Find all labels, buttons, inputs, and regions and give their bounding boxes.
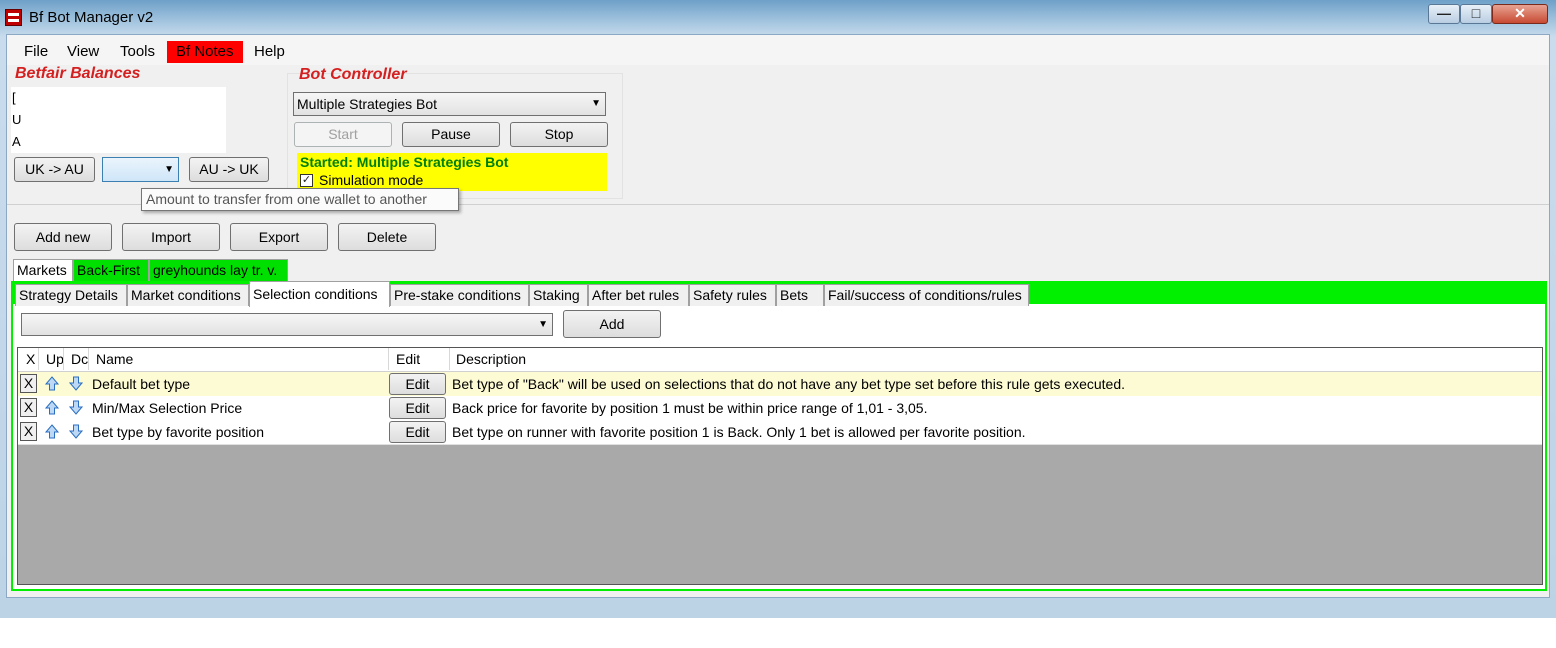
menu-bar: File View Tools Bf Notes Help	[7, 35, 1549, 65]
transfer-amount-tooltip: Amount to transfer from one wallet to an…	[141, 188, 459, 211]
arrow-up-icon[interactable]	[45, 400, 59, 415]
close-button[interactable]: ✕	[1492, 4, 1548, 24]
tab-back-first[interactable]: Back-First	[73, 259, 149, 281]
row-name: Bet type by favorite position	[92, 424, 264, 440]
simulation-label: Simulation mode	[319, 172, 424, 188]
balances-list: [ U A	[11, 87, 226, 153]
edit-button[interactable]: Edit	[389, 421, 446, 443]
window-title: Bf Bot Manager v2	[29, 9, 154, 26]
import-button[interactable]: Import	[122, 223, 220, 251]
header-description: Description	[456, 351, 527, 367]
header-edit: Edit	[396, 351, 421, 367]
app-icon	[5, 9, 22, 26]
arrow-up-icon[interactable]	[45, 376, 59, 391]
tab-market-conditions[interactable]: Market conditions	[127, 284, 249, 306]
tab-strategy-details[interactable]: Strategy Details	[15, 284, 127, 306]
desktop-background	[0, 618, 1556, 648]
menu-bf-notes[interactable]: Bf Notes	[167, 41, 243, 63]
header-down: Dc	[71, 351, 89, 367]
bot-status-panel: Started: Multiple Strategies Bot ✓ Simul…	[297, 153, 607, 191]
remove-row-button[interactable]: X	[20, 398, 37, 417]
title-bar[interactable]: Bf Bot Manager v2 — □ ✕	[0, 0, 1556, 34]
edit-button[interactable]: Edit	[389, 397, 446, 419]
header-name: Name	[96, 351, 134, 367]
row-description: Back price for favorite by position 1 mu…	[452, 400, 928, 416]
balance-line: [	[12, 90, 16, 105]
delete-button[interactable]: Delete	[338, 223, 436, 251]
export-button[interactable]: Export	[230, 223, 328, 251]
bot-status-text: Started: Multiple Strategies Bot	[300, 154, 509, 170]
tab-safety-rules[interactable]: Safety rules	[689, 284, 776, 306]
balance-line: U	[12, 112, 22, 127]
arrow-down-icon[interactable]	[69, 400, 83, 415]
menu-view[interactable]: View	[58, 41, 108, 63]
transfer-amount-dropdown[interactable]: ▼	[102, 157, 179, 182]
bot-select-value: Multiple Strategies Bot	[297, 96, 438, 112]
au-to-uk-button[interactable]: AU -> UK	[189, 157, 269, 182]
row-name: Min/Max Selection Price	[92, 400, 243, 416]
row-description: Bet type of "Back" will be used on selec…	[452, 376, 1126, 392]
maximize-button[interactable]: □	[1460, 4, 1492, 24]
remove-row-button[interactable]: X	[20, 374, 37, 393]
minimize-button[interactable]: —	[1428, 4, 1460, 24]
chevron-down-icon: ▼	[538, 319, 548, 330]
simulation-checkbox[interactable]: ✓	[300, 174, 313, 187]
table-row[interactable]: X Default bet type Edit Bet type of "Bac…	[18, 372, 1542, 397]
menu-help[interactable]: Help	[245, 41, 294, 63]
start-button[interactable]: Start	[294, 122, 392, 147]
bot-select[interactable]: Multiple Strategies Bot ▼	[293, 92, 606, 116]
balances-title: Betfair Balances	[15, 65, 141, 82]
header-x: X	[26, 351, 36, 367]
menu-tools[interactable]: Tools	[111, 41, 164, 63]
arrow-up-icon[interactable]	[45, 424, 59, 439]
tab-fail-success[interactable]: Fail/success of conditions/rules	[824, 284, 1029, 306]
add-condition-button[interactable]: Add	[563, 310, 661, 338]
bot-controller-title: Bot Controller	[299, 66, 407, 83]
chevron-down-icon: ▼	[591, 98, 601, 109]
tab-markets[interactable]: Markets	[13, 259, 73, 281]
row-description: Bet type on runner with favorite positio…	[452, 424, 1026, 440]
chevron-down-icon: ▼	[164, 164, 174, 175]
arrow-down-icon[interactable]	[69, 376, 83, 391]
arrow-down-icon[interactable]	[69, 424, 83, 439]
header-up: Up	[46, 351, 64, 367]
uk-to-au-button[interactable]: UK -> AU	[14, 157, 95, 182]
table-row[interactable]: X Bet type by favorite position Edit Bet…	[18, 420, 1542, 445]
remove-row-button[interactable]: X	[20, 422, 37, 441]
add-new-button[interactable]: Add new	[14, 223, 112, 251]
tab-bets[interactable]: Bets	[776, 284, 824, 306]
table-header: X Up Dc Name Edit Description	[18, 348, 1542, 372]
tab-selection-conditions[interactable]: Selection conditions	[249, 281, 390, 307]
tab-pre-stake-conditions[interactable]: Pre-stake conditions	[390, 284, 529, 306]
pause-button[interactable]: Pause	[402, 122, 500, 147]
conditions-table: X Up Dc Name Edit Description X Default …	[17, 347, 1543, 585]
edit-button[interactable]: Edit	[389, 373, 446, 395]
bot-controller-group: Bot Controller Multiple Strategies Bot ▼…	[287, 66, 623, 199]
tab-after-bet-rules[interactable]: After bet rules	[588, 284, 689, 306]
row-name: Default bet type	[92, 376, 191, 392]
app-window: Bf Bot Manager v2 — □ ✕ File View Tools …	[0, 0, 1556, 619]
balances-group: Betfair Balances [ U A UK -> AU ▼ AU -> …	[11, 65, 283, 191]
menu-file[interactable]: File	[15, 41, 57, 63]
condition-select[interactable]: ▼	[21, 313, 553, 336]
tab-staking[interactable]: Staking	[529, 284, 588, 306]
tab-greyhounds-lay[interactable]: greyhounds lay tr. v.	[149, 259, 288, 281]
client-area: File View Tools Bf Notes Help Betfair Ba…	[6, 34, 1550, 598]
balance-line: A	[12, 134, 21, 149]
stop-button[interactable]: Stop	[510, 122, 608, 147]
table-row[interactable]: X Min/Max Selection Price Edit Back pric…	[18, 396, 1542, 421]
